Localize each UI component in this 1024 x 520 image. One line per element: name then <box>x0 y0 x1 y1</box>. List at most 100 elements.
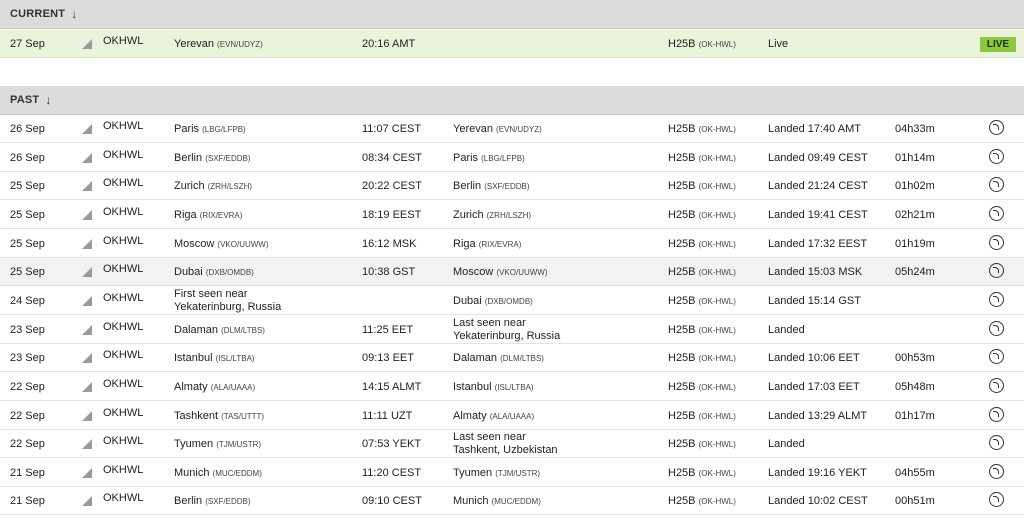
origin-code: (RIX/EVRA) <box>199 211 243 220</box>
aircraft-registration: (OK-HWL) <box>698 383 736 392</box>
flight-status: Landed 17:40 AMT <box>768 123 861 135</box>
origin-code: (ISL/LTBA) <box>215 354 255 363</box>
playback-icon[interactable] <box>989 378 1004 393</box>
aircraft-type: H25B <box>668 152 696 164</box>
destination-city: Dubai <box>453 295 482 307</box>
destination-city: Yerevan <box>453 123 493 135</box>
destination-city: Almaty <box>453 410 487 422</box>
playback-icon[interactable] <box>989 492 1004 507</box>
destination: Munich (MUC/EDDM) <box>453 495 541 507</box>
playback-icon[interactable] <box>989 349 1004 364</box>
past-section-title: PAST <box>10 94 40 106</box>
flight-row[interactable]: 22 Sep OKHWL Tyumen (TJM/USTR) 07:53 YEKT La… <box>0 430 1024 458</box>
aircraft-registration: (OK-HWL) <box>698 240 736 249</box>
flight-date: 24 Sep <box>10 295 45 307</box>
flight-row[interactable]: 26 Sep OKHWL Berlin (SXF/EDDB) 08:34 CEST Pa… <box>0 144 1024 172</box>
flight-row[interactable]: 24 Sep OKHWL First seen near Yekaterinburg… <box>0 287 1024 315</box>
playback-icon[interactable] <box>989 292 1004 307</box>
destination: Moscow (VKO/UUWW) <box>453 266 548 278</box>
flight-date: 22 Sep <box>10 410 45 422</box>
destination-code: (RIX/EVRA) <box>478 240 522 249</box>
departure-time: 10:38 GST <box>362 266 416 278</box>
plane-icon <box>81 381 93 396</box>
destination-city: Dalaman <box>453 352 498 364</box>
flight-date: 25 Sep <box>10 209 45 221</box>
flight-row[interactable]: 22 Sep OKHWL Almaty (ALA/UAAA) 14:15 ALMT Is… <box>0 373 1024 401</box>
flight-row[interactable]: 25 Sep OKHWL Dubai (DXB/OMDB) 10:38 GST Mosc… <box>0 258 1024 286</box>
playback-icon[interactable] <box>989 464 1004 479</box>
current-section-header: CURRENT ↓ <box>0 0 1024 29</box>
live-badge[interactable]: LIVE <box>980 37 1016 52</box>
callsign: OKHWL <box>103 263 144 275</box>
destination: Istanbul (ISL/LTBA) <box>453 381 534 393</box>
flight-row[interactable]: 25 Sep OKHWL Zurich (ZRH/LSZH) 20:22 CEST Be… <box>0 172 1024 200</box>
origin: Istanbul (ISL/LTBA) <box>174 352 255 364</box>
aircraft-type: H25B <box>668 266 696 278</box>
origin: Paris (LBG/LFPB) <box>174 123 246 135</box>
aircraft: H25B (OK-HWL) <box>668 209 736 221</box>
flight-row[interactable]: 23 Sep OKHWL Istanbul (ISL/LTBA) 09:13 EET D… <box>0 344 1024 372</box>
departure-time: 11:11 UZT <box>362 410 413 422</box>
flight-row[interactable]: 25 Sep OKHWL Riga (RIX/EVRA) 18:19 EEST Zuri… <box>0 201 1024 229</box>
aircraft-type: H25B <box>668 209 696 221</box>
origin-location: Yekaterinburg, Russia <box>174 301 282 313</box>
departure-time: 08:34 CEST <box>362 152 422 164</box>
arrow-down-icon: ↓ <box>71 7 78 21</box>
origin: Yerevan (EVN/UDYZ) <box>174 38 263 50</box>
destination: Dubai (DXB/OMDB) <box>453 295 533 307</box>
flight-row[interactable]: 23 Sep OKHWL Dalaman (DLM/LTBS) 11:25 EET La… <box>0 316 1024 344</box>
origin-code: (ALA/UAAA) <box>210 383 256 392</box>
origin-city: Zurich <box>174 180 205 192</box>
origin-city: Munich <box>174 467 210 479</box>
aircraft-registration: (OK-HWL) <box>698 412 736 421</box>
destination: Paris (LBG/LFPB) <box>453 152 525 164</box>
plane-icon <box>81 295 93 310</box>
origin-code: (LBG/LFPB) <box>202 125 246 134</box>
callsign: OKHWL <box>103 35 144 47</box>
aircraft: H25B (OK-HWL) <box>668 438 736 450</box>
flight-status: Landed 17:03 EET <box>768 381 860 393</box>
flight-row[interactable]: 26 Sep OKHWL Paris (LBG/LFPB) 11:07 CEST Yer… <box>0 115 1024 143</box>
flight-row[interactable]: 22 Sep OKHWL Tashkent (TAS/UTTT) 11:11 UZT A… <box>0 402 1024 430</box>
playback-icon[interactable] <box>989 407 1004 422</box>
playback-icon[interactable] <box>989 321 1004 336</box>
origin-code: (SXF/EDDB) <box>205 497 251 506</box>
playback-icon[interactable] <box>989 206 1004 221</box>
current-flight-row[interactable]: 27 Sep OKHWL Yerevan (EVN/UDYZ) 20:16 AM… <box>0 30 1024 58</box>
aircraft-type: H25B <box>668 38 696 50</box>
playback-icon[interactable] <box>989 235 1004 250</box>
origin: Munich (MUC/EDDM) <box>174 467 262 479</box>
destination-city: Tyumen <box>453 467 493 479</box>
destination-code: (LBG/LFPB) <box>481 154 525 163</box>
flight-row[interactable]: 21 Sep OKHWL Berlin (SXF/EDDB) 09:10 CEST Mu… <box>0 487 1024 515</box>
origin-code: (EVN/UDYZ) <box>217 40 263 49</box>
flight-row[interactable]: 21 Sep OKHWL Munich (MUC/EDDM) 11:20 CEST Ty… <box>0 459 1024 487</box>
plane-icon <box>81 209 93 224</box>
playback-icon[interactable] <box>989 177 1004 192</box>
destination: Last seen near Yekaterinburg, Russia <box>453 317 560 343</box>
destination: Dalaman (DLM/LTBS) <box>453 352 544 364</box>
playback-icon[interactable] <box>989 149 1004 164</box>
plane-icon <box>81 152 93 167</box>
playback-icon[interactable] <box>989 263 1004 278</box>
playback-icon[interactable] <box>989 120 1004 135</box>
aircraft-registration: (OK-HWL) <box>698 182 736 191</box>
destination-city: Paris <box>453 152 479 164</box>
flight-date: 23 Sep <box>10 352 45 364</box>
aircraft-registration: (OK-HWL) <box>698 354 736 363</box>
aircraft: H25B (OK-HWL) <box>668 123 736 135</box>
origin-city: Tashkent <box>174 410 219 422</box>
origin-code: (SXF/EDDB) <box>205 154 251 163</box>
plane-icon <box>81 266 93 281</box>
flight-duration: 04h33m <box>895 123 935 135</box>
aircraft: H25B (OK-HWL) <box>668 495 736 507</box>
playback-icon[interactable] <box>989 435 1004 450</box>
flight-status: Landed <box>768 324 805 336</box>
aircraft-registration: (OK-HWL) <box>698 154 736 163</box>
origin-city: Berlin <box>174 495 203 507</box>
origin-city: Riga <box>174 209 197 221</box>
aircraft: H25B (OK-HWL) <box>668 467 736 479</box>
flight-row[interactable]: 25 Sep OKHWL Moscow (VKO/UUWW) 16:12 MSK Rig… <box>0 230 1024 258</box>
origin-city: Almaty <box>174 381 208 393</box>
aircraft: H25B (OK-HWL) <box>668 180 736 192</box>
